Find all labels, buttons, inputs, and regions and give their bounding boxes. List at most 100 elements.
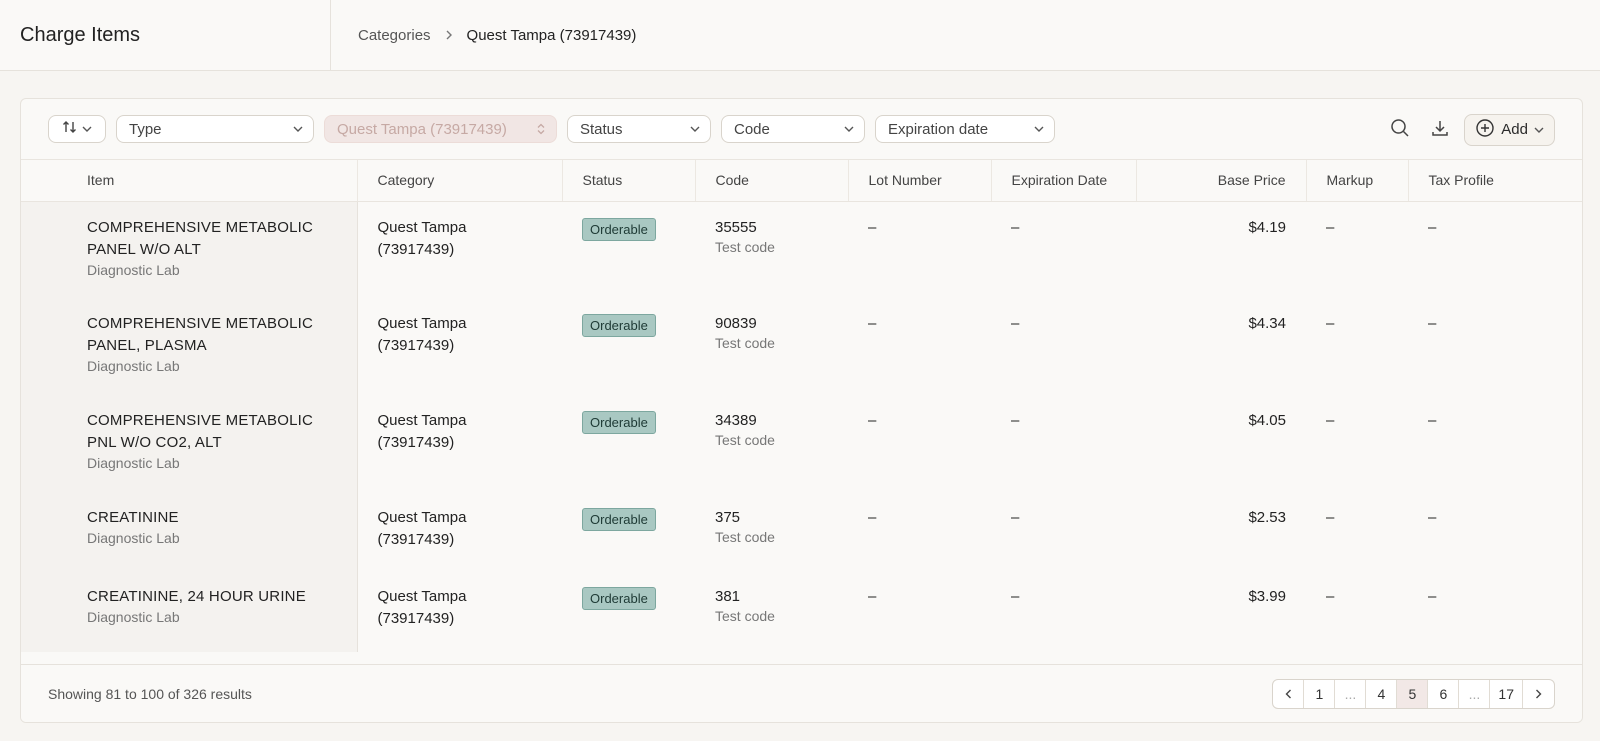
- item-type: Diagnostic Lab: [87, 609, 180, 625]
- code-type: Test code: [715, 335, 775, 351]
- status-cell: Orderable: [562, 298, 695, 395]
- code-cell: 90839 Test code: [695, 298, 848, 395]
- download-button[interactable]: [1424, 114, 1456, 146]
- item-cell: COMPREHENSIVE METABOLIC PANEL, PLASMA Dia…: [21, 298, 358, 395]
- markup-cell: –: [1326, 588, 1335, 605]
- type-filter[interactable]: Type: [116, 115, 314, 143]
- chevron-down-icon: [82, 126, 92, 132]
- item-type: Diagnostic Lab: [87, 261, 180, 278]
- column-header-markup[interactable]: Markup: [1306, 160, 1409, 202]
- markup-cell: –: [1326, 218, 1335, 236]
- category-cell: Quest Tampa (73917439): [357, 201, 562, 298]
- expiration-filter-label: Expiration date: [888, 120, 989, 138]
- chevron-down-icon: [844, 126, 854, 132]
- chevron-updown-icon: [536, 123, 546, 135]
- code-filter-label: Code: [734, 120, 770, 138]
- charge-items-table: Item Category Status Code Lot Number Exp…: [21, 160, 1582, 652]
- column-header-category[interactable]: Category: [357, 160, 563, 202]
- lot-number-cell: –: [868, 509, 877, 526]
- expiration-date-cell: –: [1011, 218, 1020, 236]
- code-type: Test code: [715, 238, 775, 255]
- page-title: Charge Items: [0, 0, 331, 71]
- item-cell: COMPREHENSIVE METABOLIC PNL W/O CO2, ALT…: [21, 395, 358, 492]
- column-header-lot-number[interactable]: Lot Number: [848, 160, 992, 202]
- expiration-date-filter[interactable]: Expiration date: [875, 115, 1055, 143]
- lot-number-cell: –: [868, 588, 877, 605]
- next-page-button[interactable]: [1523, 680, 1554, 708]
- code-value: 375: [715, 509, 741, 526]
- column-header-expiration-date[interactable]: Expiration Date: [991, 160, 1137, 202]
- base-price-cell: $4.19: [1248, 218, 1286, 236]
- table-row[interactable]: COMPREHENSIVE METABOLIC PNL W/O CO2, ALT…: [21, 395, 1582, 492]
- item-name: CREATININE, 24 HOUR URINE: [87, 588, 306, 605]
- table-row[interactable]: COMPREHENSIVE METABOLIC PANEL W/O ALT Dia…: [21, 201, 1582, 298]
- tax-profile-cell: –: [1428, 218, 1437, 236]
- pagination: 1 ... 4 5 6 ... 17: [1272, 679, 1555, 709]
- page-button-5[interactable]: 5: [1397, 680, 1429, 708]
- status-cell: Orderable: [562, 492, 695, 571]
- expiration-date-cell: –: [1011, 315, 1020, 332]
- category-name: Quest Tampa (73917439): [377, 412, 467, 451]
- breadcrumb-categories-link[interactable]: Categories: [358, 27, 431, 44]
- column-header-tax-profile[interactable]: Tax Profile: [1408, 160, 1582, 202]
- code-cell: 34389 Test code: [695, 395, 848, 492]
- page-button-17[interactable]: 17: [1490, 680, 1523, 708]
- filter-toolbar: Type Quest Tampa (73917439) Status Code …: [21, 99, 1582, 160]
- column-header-base-price[interactable]: Base Price: [1136, 160, 1307, 202]
- column-header-status[interactable]: Status: [562, 160, 696, 202]
- page-button-4[interactable]: 4: [1366, 680, 1398, 708]
- base-price-cell: $2.53: [1248, 509, 1286, 526]
- page-button-1[interactable]: 1: [1304, 680, 1336, 708]
- toolbar-actions: Add: [1384, 99, 1555, 160]
- markup-cell: –: [1326, 412, 1335, 429]
- item-name: COMPREHENSIVE METABOLIC PNL W/O CO2, ALT: [87, 412, 314, 451]
- category-name: Quest Tampa (73917439): [377, 315, 467, 354]
- table-row[interactable]: CREATININE, 24 HOUR URINE Diagnostic Lab …: [21, 571, 1582, 652]
- table-row[interactable]: COMPREHENSIVE METABOLIC PANEL, PLASMA Dia…: [21, 298, 1582, 395]
- category-cell: Quest Tampa (73917439): [357, 298, 562, 395]
- chevron-right-icon: [1535, 686, 1542, 702]
- code-type: Test code: [715, 608, 775, 624]
- category-name: Quest Tampa (73917439): [377, 218, 467, 258]
- results-count: Showing 81 to 100 of 326 results: [48, 685, 252, 702]
- category-name: Quest Tampa (73917439): [377, 509, 467, 548]
- item-cell: CREATININE Diagnostic Lab: [21, 492, 358, 571]
- charge-items-card: Type Quest Tampa (73917439) Status Code …: [20, 98, 1583, 723]
- tax-profile-cell: –: [1428, 509, 1437, 526]
- chevron-left-icon: [1285, 686, 1292, 702]
- category-name: Quest Tampa (73917439): [377, 588, 467, 627]
- add-button[interactable]: Add: [1464, 113, 1555, 146]
- status-filter-label: Status: [580, 120, 623, 138]
- code-value: 90839: [715, 315, 757, 332]
- previous-page-button[interactable]: [1273, 680, 1305, 708]
- item-cell: CREATININE, 24 HOUR URINE Diagnostic Lab: [21, 571, 358, 652]
- category-cell: Quest Tampa (73917439): [357, 395, 562, 492]
- tax-profile-cell: –: [1428, 412, 1437, 429]
- category-cell: Quest Tampa (73917439): [357, 571, 562, 652]
- markup-cell: –: [1326, 509, 1335, 526]
- column-header-item[interactable]: Item: [21, 160, 358, 202]
- top-bar: Charge Items Categories Quest Tampa (739…: [0, 0, 1600, 71]
- chevron-down-icon: [690, 126, 700, 132]
- table-row[interactable]: CREATININE Diagnostic Lab Quest Tampa (73…: [21, 492, 1582, 571]
- item-name: CREATININE: [87, 509, 179, 526]
- chevron-right-icon: [445, 30, 453, 40]
- column-header-code[interactable]: Code: [695, 160, 849, 202]
- page-button-6[interactable]: 6: [1428, 680, 1460, 708]
- table-footer: Showing 81 to 100 of 326 results 1 ... 4…: [21, 664, 1582, 722]
- search-button[interactable]: [1384, 114, 1416, 146]
- plus-circle-icon: [1475, 118, 1495, 142]
- code-type: Test code: [715, 529, 775, 545]
- sort-arrows-icon: [62, 120, 78, 138]
- tax-profile-cell: –: [1428, 588, 1437, 605]
- code-filter[interactable]: Code: [721, 115, 865, 143]
- base-price-cell: $4.34: [1248, 315, 1286, 332]
- code-type: Test code: [715, 432, 775, 448]
- sort-button[interactable]: [48, 115, 106, 143]
- status-cell: Orderable: [562, 395, 695, 492]
- status-cell: Orderable: [562, 571, 695, 652]
- category-filter: Quest Tampa (73917439): [324, 115, 557, 143]
- status-filter[interactable]: Status: [567, 115, 711, 143]
- item-name: COMPREHENSIVE METABOLIC PANEL W/O ALT: [87, 218, 314, 258]
- page-ellipsis: ...: [1335, 680, 1367, 708]
